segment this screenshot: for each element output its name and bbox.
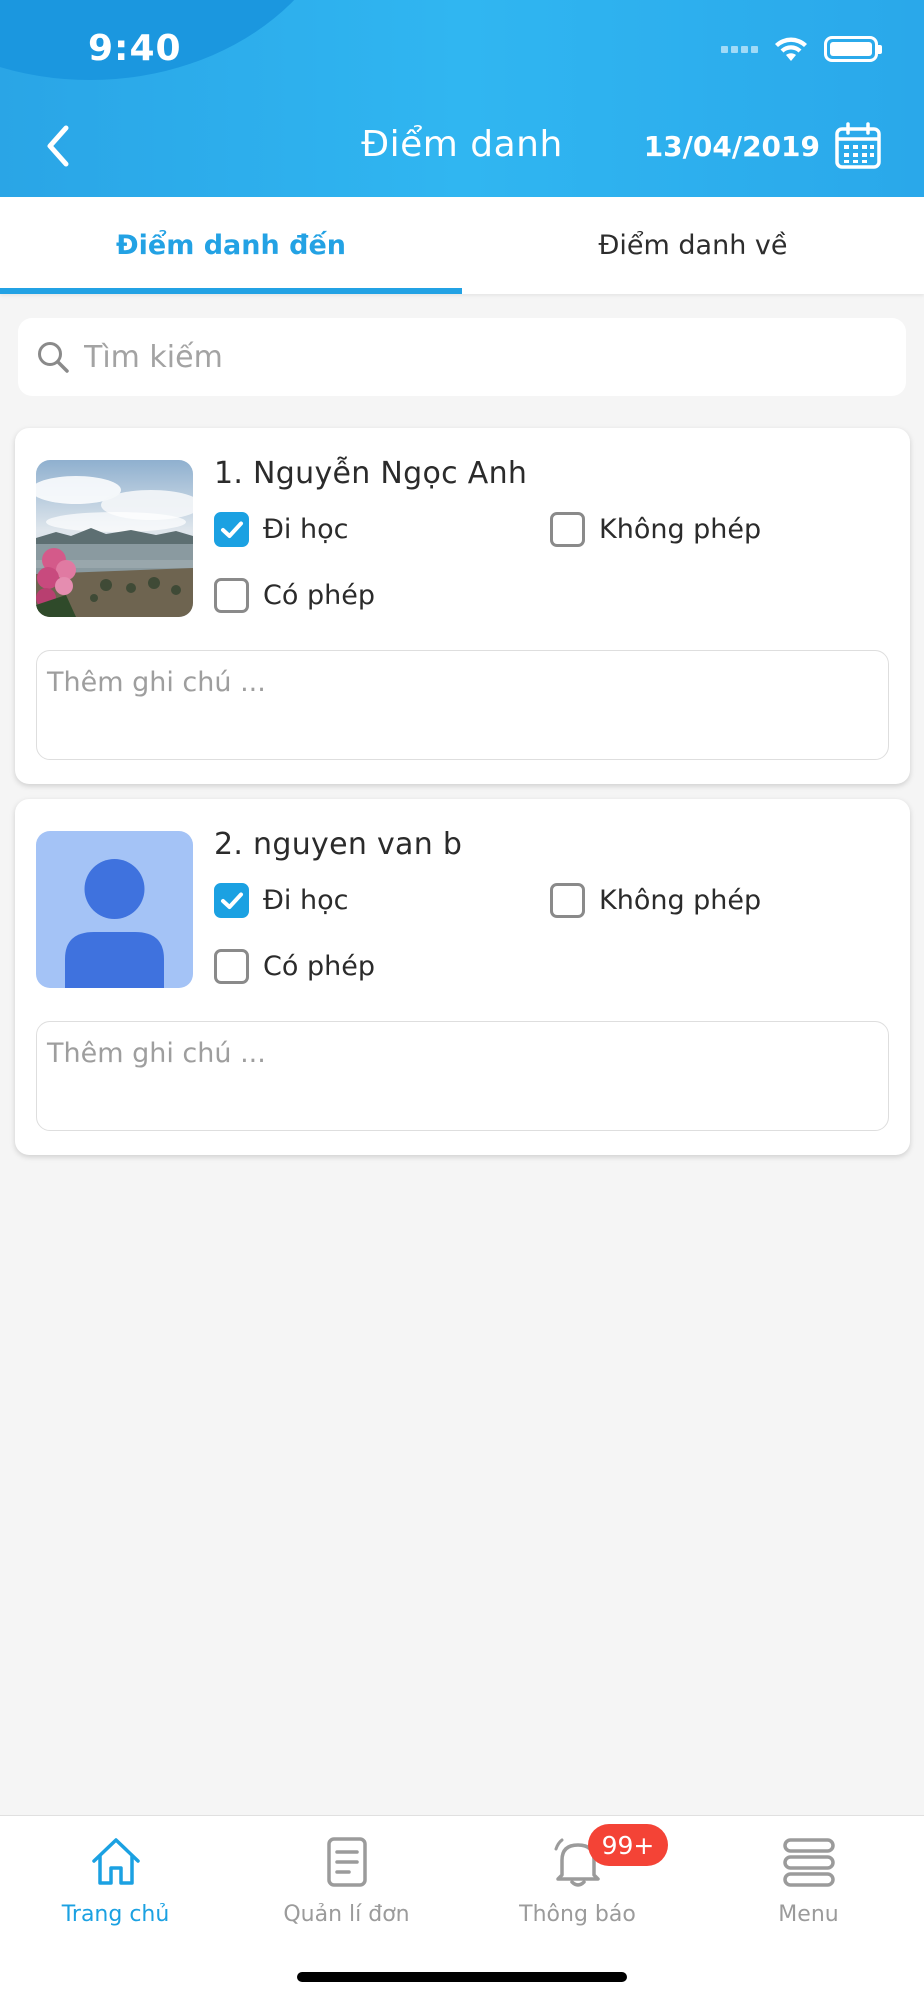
tab-departure[interactable]: Điểm danh về xyxy=(462,197,924,294)
student-avatar-photo xyxy=(36,460,193,617)
checkmark-icon xyxy=(220,521,243,538)
nav-label: Thông báo xyxy=(519,1902,636,1927)
nav-label: Quản lí đơn xyxy=(283,1902,410,1927)
tab-bar: Điểm danh đến Điểm danh về xyxy=(0,197,924,294)
signal-icon xyxy=(721,45,758,53)
option-label: Đi học xyxy=(263,514,349,545)
battery-icon xyxy=(824,36,882,62)
wifi-icon xyxy=(775,37,807,61)
option-label: Không phép xyxy=(599,885,762,916)
checkbox-checked[interactable] xyxy=(214,883,249,918)
selected-date[interactable]: 13/04/2019 xyxy=(644,130,820,163)
notification-badge: 99+ xyxy=(588,1824,668,1866)
nav-requests[interactable]: Quản lí đơn xyxy=(231,1816,462,1946)
status-time: 9:40 xyxy=(88,28,182,69)
checkbox-unchecked[interactable] xyxy=(214,949,249,984)
option-label: Có phép xyxy=(263,580,375,611)
attendance-option-present[interactable]: Đi học xyxy=(214,512,348,547)
note-field[interactable]: Thêm ghi chú ... xyxy=(36,650,889,760)
nav-label: Menu xyxy=(778,1902,839,1927)
student-name: 2. nguyen van b xyxy=(214,827,463,862)
search-input[interactable] xyxy=(84,339,864,375)
home-icon xyxy=(86,1832,146,1892)
tab-arrival[interactable]: Điểm danh đến xyxy=(0,197,462,294)
nav-home[interactable]: Trang chủ xyxy=(0,1816,231,1946)
option-label: Không phép xyxy=(599,514,762,545)
student-card: 1. Nguyễn Ngọc Anh Đi học Không phép Có … xyxy=(15,428,910,784)
search-bar xyxy=(18,318,906,396)
student-card: 2. nguyen van b Đi học Không phép Có phé… xyxy=(15,799,910,1155)
app-header: 9:40 Điểm danh 13/04/2019 xyxy=(0,0,924,197)
calendar-icon xyxy=(835,122,881,169)
note-field[interactable]: Thêm ghi chú ... xyxy=(36,1021,889,1131)
attendance-option-excused[interactable]: Có phép xyxy=(214,578,375,613)
option-label: Có phép xyxy=(263,951,375,982)
nav-menu[interactable]: Menu xyxy=(693,1816,924,1946)
menu-icon xyxy=(779,1832,839,1892)
checkbox-unchecked[interactable] xyxy=(550,512,585,547)
student-avatar-default xyxy=(36,831,193,988)
home-indicator xyxy=(297,1972,627,1982)
checkmark-icon xyxy=(220,892,243,909)
attendance-option-present[interactable]: Đi học xyxy=(214,883,348,918)
document-icon xyxy=(317,1832,377,1892)
nav-label: Trang chủ xyxy=(61,1902,170,1927)
checkbox-unchecked[interactable] xyxy=(214,578,249,613)
student-name: 1. Nguyễn Ngọc Anh xyxy=(214,456,528,491)
search-icon xyxy=(38,342,69,373)
checkbox-unchecked[interactable] xyxy=(550,883,585,918)
calendar-button[interactable] xyxy=(834,122,882,170)
attendance-option-unexcused[interactable]: Không phép xyxy=(550,512,761,547)
attendance-option-excused[interactable]: Có phép xyxy=(214,949,375,984)
option-label: Đi học xyxy=(263,885,349,916)
checkbox-checked[interactable] xyxy=(214,512,249,547)
attendance-option-unexcused[interactable]: Không phép xyxy=(550,883,761,918)
status-icons xyxy=(721,34,882,64)
